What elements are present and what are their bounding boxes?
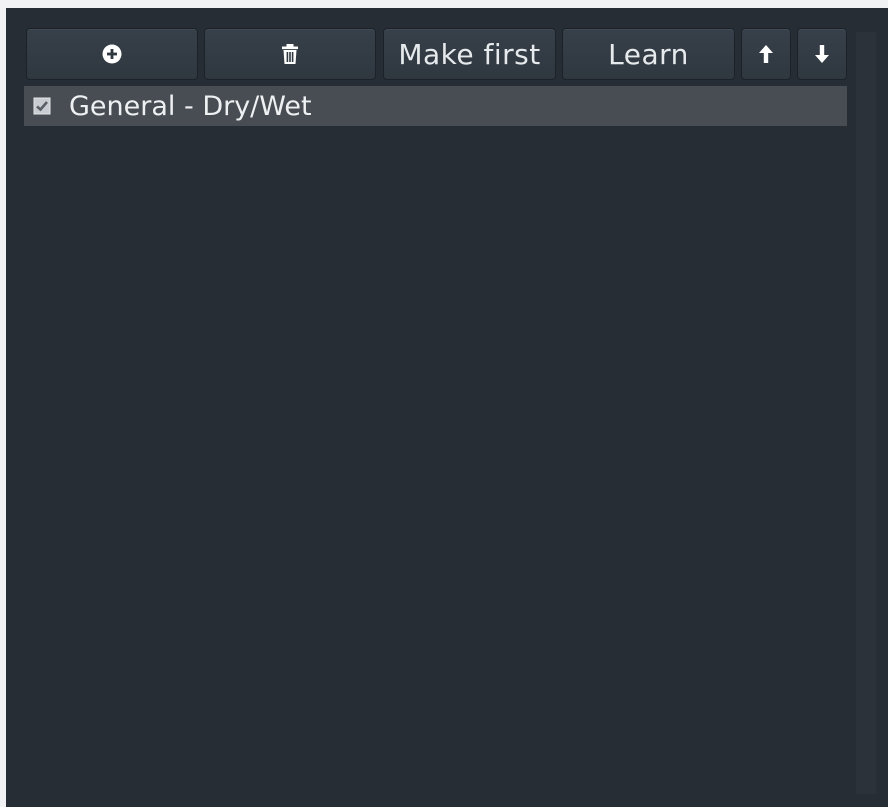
list-item[interactable]: General - Dry/Wet <box>24 86 847 126</box>
move-up-button[interactable] <box>741 28 791 80</box>
learn-button[interactable]: Learn <box>562 28 735 80</box>
make-first-button[interactable]: Make first <box>383 28 556 80</box>
trash-icon <box>280 43 300 65</box>
plus-circle-icon <box>102 44 122 64</box>
delete-button[interactable] <box>204 28 376 80</box>
parameter-list: General - Dry/Wet <box>24 86 847 126</box>
arrow-down-icon <box>814 44 830 64</box>
move-down-button[interactable] <box>797 28 847 80</box>
learn-label: Learn <box>608 37 689 71</box>
arrow-up-icon <box>758 44 774 64</box>
make-first-label: Make first <box>398 37 541 71</box>
list-item-label: General - Dry/Wet <box>69 90 312 122</box>
checkbox[interactable] <box>33 97 51 115</box>
add-button[interactable] <box>26 28 198 80</box>
checkbox-checked-icon <box>33 91 51 122</box>
scrollbar[interactable] <box>856 32 876 794</box>
parameter-list-panel: Make first Learn General - Dry/Wet <box>6 8 888 807</box>
